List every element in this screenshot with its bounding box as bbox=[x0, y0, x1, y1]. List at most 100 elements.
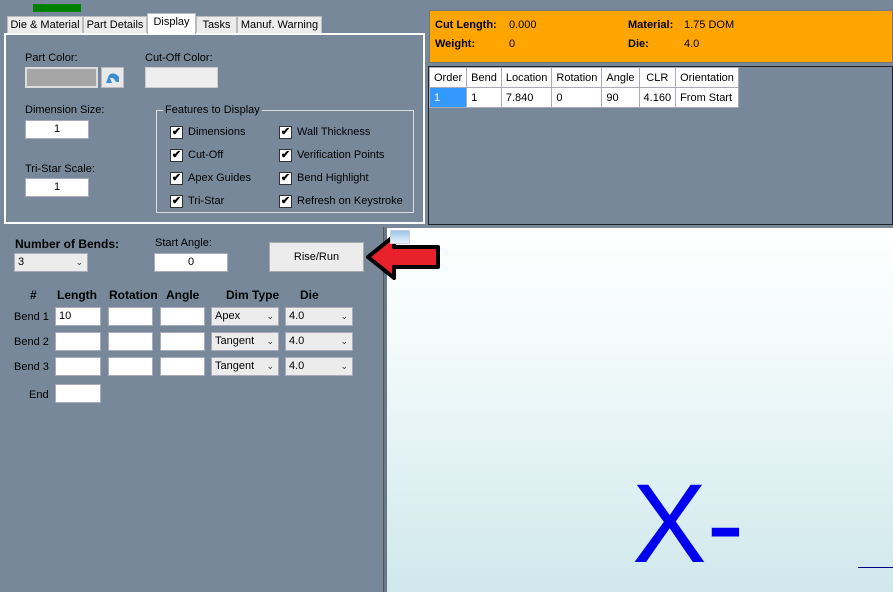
column-header[interactable]: Bend bbox=[466, 67, 502, 88]
tab-tasks[interactable]: Tasks bbox=[196, 16, 237, 34]
angle-input[interactable] bbox=[160, 307, 205, 326]
die-value: 4.0 bbox=[289, 360, 305, 372]
tristar-scale-input[interactable]: 1 bbox=[25, 178, 89, 197]
column-header[interactable]: Order bbox=[428, 67, 468, 88]
feature-label: Bend Highlight bbox=[297, 172, 369, 184]
info-panel bbox=[429, 10, 893, 63]
table-cell[interactable]: 90 bbox=[601, 87, 640, 108]
table-cell[interactable]: 1 bbox=[428, 87, 468, 108]
part-color-label: Part Color: bbox=[25, 52, 78, 64]
die-label: Die: bbox=[628, 38, 649, 50]
rotation-input[interactable] bbox=[108, 307, 153, 326]
dim-type-value: Tangent bbox=[215, 360, 255, 372]
bend-grid-header: Die bbox=[300, 288, 319, 302]
start-angle-label: Start Angle: bbox=[155, 237, 212, 249]
feature-label: Dimensions bbox=[188, 126, 246, 138]
angle-input[interactable] bbox=[160, 357, 205, 376]
x-axis-label: X- bbox=[632, 461, 744, 586]
canvas-tool-icon[interactable] bbox=[390, 230, 410, 244]
length-input[interactable] bbox=[55, 332, 101, 351]
cut-length-value: 0.000 bbox=[509, 19, 537, 31]
check-icon: ✔ bbox=[280, 126, 291, 138]
check-icon: ✔ bbox=[171, 195, 182, 207]
die-value: 4.0 bbox=[289, 335, 305, 347]
chevron-down-icon: ⌄ bbox=[340, 336, 348, 346]
tab-display[interactable]: Display bbox=[147, 13, 196, 34]
bend-table: Order Bend Location Rotation Angle CLR Orienta… bbox=[428, 67, 739, 108]
axis-line bbox=[858, 567, 893, 568]
feature-checkbox[interactable]: ✔ bbox=[170, 195, 183, 208]
number-of-bends-select[interactable]: 3 ⌄ bbox=[14, 253, 88, 272]
part-color-swatch[interactable] bbox=[25, 67, 98, 88]
length-input[interactable] bbox=[55, 357, 101, 376]
cutoff-color-label: Cut-Off Color: bbox=[145, 52, 213, 64]
check-icon: ✔ bbox=[280, 149, 291, 161]
rotation-input[interactable] bbox=[108, 357, 153, 376]
weight-label: Weight: bbox=[435, 38, 476, 50]
number-of-bends-value: 3 bbox=[18, 256, 25, 268]
chevron-down-icon: ⌄ bbox=[340, 361, 348, 371]
rotation-input[interactable] bbox=[108, 332, 153, 351]
table-cell[interactable]: 4.160 bbox=[638, 87, 677, 108]
angle-input[interactable] bbox=[160, 332, 205, 351]
features-legend: Features to Display bbox=[163, 104, 262, 116]
column-header[interactable]: Location bbox=[500, 67, 553, 88]
tab-part-details[interactable]: Part Details bbox=[83, 16, 147, 34]
die-select[interactable]: 4.0 ⌄ bbox=[285, 357, 353, 376]
chevron-down-icon: ⌄ bbox=[340, 311, 348, 321]
feature-checkbox[interactable]: ✔ bbox=[279, 149, 292, 162]
dim-type-select[interactable]: Tangent ⌄ bbox=[211, 357, 279, 376]
progress-bar bbox=[33, 4, 81, 12]
table-row[interactable]: 1 1 7.840 0 90 4.160 From Start bbox=[428, 87, 739, 108]
feature-checkbox[interactable]: ✔ bbox=[279, 126, 292, 139]
die-select[interactable]: 4.0 ⌄ bbox=[285, 307, 353, 326]
dim-type-value: Apex bbox=[215, 310, 241, 322]
chevron-down-icon: ⌄ bbox=[266, 361, 274, 371]
dimension-size-label: Dimension Size: bbox=[25, 104, 105, 116]
table-cell[interactable]: 0 bbox=[551, 87, 603, 108]
rise-run-button[interactable]: Rise/Run bbox=[269, 242, 364, 272]
die-value: 4.0 bbox=[684, 38, 700, 50]
feature-label: Refresh on Keystroke bbox=[297, 195, 403, 207]
weight-value: 0 bbox=[509, 38, 516, 50]
feature-checkbox[interactable]: ✔ bbox=[170, 172, 183, 185]
cutoff-color-swatch[interactable] bbox=[145, 67, 218, 88]
check-icon: ✔ bbox=[280, 172, 291, 184]
reset-color-button[interactable] bbox=[101, 67, 124, 88]
bend-row-label: Bend 1 bbox=[14, 311, 49, 323]
dimension-size-input[interactable]: 1 bbox=[25, 120, 89, 139]
table-cell[interactable]: 1 bbox=[466, 87, 502, 108]
column-header[interactable]: CLR bbox=[638, 67, 677, 88]
end-input[interactable] bbox=[55, 384, 101, 403]
check-icon: ✔ bbox=[171, 126, 182, 138]
feature-label: Apex Guides bbox=[188, 172, 251, 184]
chevron-down-icon: ⌄ bbox=[266, 311, 274, 321]
feature-label: Verification Points bbox=[297, 149, 385, 161]
column-header[interactable]: Rotation bbox=[551, 67, 603, 88]
end-label: End bbox=[29, 389, 49, 401]
start-angle-input[interactable]: 0 bbox=[154, 253, 228, 272]
table-cell[interactable]: 7.840 bbox=[500, 87, 553, 108]
number-of-bends-label: Number of Bends: bbox=[15, 237, 120, 251]
check-icon: ✔ bbox=[280, 195, 291, 207]
column-header[interactable]: Orientation bbox=[675, 67, 739, 88]
tab-manuf-warning[interactable]: Manuf. Warning bbox=[237, 16, 322, 34]
feature-checkbox[interactable]: ✔ bbox=[279, 195, 292, 208]
dim-type-value: Tangent bbox=[215, 335, 255, 347]
bend-grid-header: Angle bbox=[166, 288, 200, 302]
chevron-down-icon: ⌄ bbox=[266, 336, 274, 346]
feature-checkbox[interactable]: ✔ bbox=[170, 149, 183, 162]
tab-die-material[interactable]: Die & Material bbox=[7, 16, 83, 34]
column-header[interactable]: Angle bbox=[601, 67, 640, 88]
length-input[interactable]: 10 bbox=[55, 307, 101, 326]
die-select[interactable]: 4.0 ⌄ bbox=[285, 332, 353, 351]
bend-grid-header: # bbox=[30, 288, 37, 302]
table-cell[interactable]: From Start bbox=[675, 87, 739, 108]
bend-grid-header: Length bbox=[57, 288, 97, 302]
dim-type-select[interactable]: Apex ⌄ bbox=[211, 307, 279, 326]
dim-type-select[interactable]: Tangent ⌄ bbox=[211, 332, 279, 351]
feature-checkbox[interactable]: ✔ bbox=[279, 172, 292, 185]
feature-label: Cut-Off bbox=[188, 149, 224, 161]
die-value: 4.0 bbox=[289, 310, 305, 322]
feature-checkbox[interactable]: ✔ bbox=[170, 126, 183, 139]
